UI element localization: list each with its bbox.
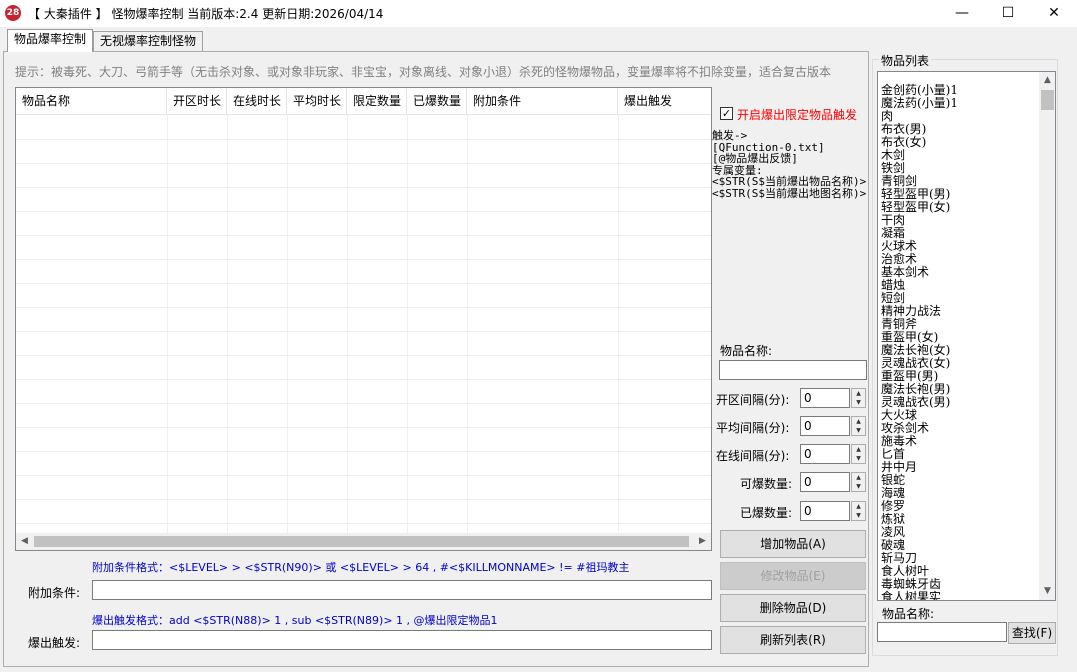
grid-line bbox=[16, 403, 711, 404]
grid-line bbox=[618, 115, 619, 533]
column-header-online-time[interactable]: 在线时长 bbox=[227, 88, 287, 115]
grid-line bbox=[407, 115, 408, 533]
minimize-button[interactable]: — bbox=[939, 0, 985, 27]
search-input[interactable] bbox=[877, 622, 1007, 642]
grid-line bbox=[16, 163, 711, 164]
condition-format-hint: 附加条件格式：<$LEVEL> > <$STR(N90)> 或 <$LEVEL>… bbox=[92, 561, 630, 574]
dropped-count-spinner[interactable]: ▲ ▼ bbox=[851, 501, 866, 521]
grid-line bbox=[16, 235, 711, 236]
grid-line bbox=[16, 259, 711, 260]
grid-line bbox=[287, 115, 288, 533]
avg-interval-spinner[interactable]: ▲ ▼ bbox=[851, 416, 866, 436]
find-button[interactable]: 查找(F) bbox=[1008, 622, 1056, 644]
title-bar: 28 【 大秦插件 】 怪物爆率控制 当前版本:2.4 更新日期:2026/04… bbox=[0, 0, 1077, 27]
trigger-info-text: 触发-> [QFunction-0.txt] [@物品爆出反馈] 专属变量: <… bbox=[712, 129, 867, 200]
grid-line bbox=[16, 475, 711, 476]
column-header-limit-count[interactable]: 限定数量 bbox=[347, 88, 407, 115]
open-interval-label: 开区间隔(分): bbox=[716, 393, 790, 407]
spin-down-icon[interactable]: ▼ bbox=[852, 454, 865, 463]
online-interval-spinner[interactable]: ▲ ▼ bbox=[851, 444, 866, 464]
maximize-button[interactable]: ☐ bbox=[985, 0, 1031, 27]
scrollbar-thumb[interactable] bbox=[34, 536, 689, 547]
spin-up-icon[interactable]: ▲ bbox=[852, 389, 865, 398]
trigger-format-hint: 爆出触发格式：add <$STR(N88)> 1 , sub <$STR(N89… bbox=[92, 614, 498, 627]
list-item[interactable]: 魔法药(小量)1 bbox=[881, 97, 1039, 110]
column-header-condition[interactable]: 附加条件 bbox=[467, 88, 618, 115]
drop-count-input[interactable]: 0 bbox=[800, 472, 850, 492]
delete-item-button[interactable]: 删除物品(D) bbox=[720, 594, 866, 622]
list-item[interactable]: 食人树果实 bbox=[881, 591, 1039, 601]
column-header-trigger[interactable]: 爆出触发 bbox=[618, 88, 711, 115]
spin-down-icon[interactable]: ▼ bbox=[852, 426, 865, 435]
grid-line bbox=[16, 139, 711, 140]
drop-rule-table[interactable]: 物品名称 开区时长 在线时长 平均时长 限定数量 已爆数量 附加条件 爆出触发 … bbox=[15, 87, 712, 551]
open-interval-input[interactable]: 0 bbox=[800, 388, 850, 408]
table-header: 物品名称 开区时长 在线时长 平均时长 限定数量 已爆数量 附加条件 爆出触发 bbox=[16, 88, 711, 115]
limit-trigger-label[interactable]: 开启爆出限定物品触发 bbox=[737, 106, 857, 123]
spin-down-icon[interactable]: ▼ bbox=[852, 511, 865, 520]
item-name-input[interactable] bbox=[719, 360, 867, 380]
item-list-items: 金创药(小量)1 魔法药(小量)1 肉布衣(男) 布衣(女) 木剑 铁剑 青铜剑 轻型盔甲(男… bbox=[881, 84, 1039, 601]
app-icon: 28 bbox=[5, 5, 21, 21]
item-name-label: 物品名称: bbox=[720, 344, 773, 358]
hint-text: 提示：被毒死、大刀、弓箭手等（无击杀对象、或对象非玩家、非宝宝，对象离线、对象小… bbox=[15, 65, 832, 79]
scroll-down-icon[interactable]: ▼ bbox=[1039, 583, 1055, 600]
trigger-label: 爆出触发: bbox=[28, 636, 81, 650]
grid-line bbox=[16, 523, 711, 524]
spin-up-icon[interactable]: ▲ bbox=[852, 473, 865, 482]
grid-line bbox=[16, 499, 711, 500]
grid-line bbox=[16, 379, 711, 380]
online-interval-input[interactable]: 0 bbox=[800, 444, 850, 464]
add-item-button[interactable]: 增加物品(A) bbox=[720, 530, 866, 558]
spin-down-icon[interactable]: ▼ bbox=[852, 482, 865, 491]
spin-up-icon[interactable]: ▲ bbox=[852, 502, 865, 511]
grid-line bbox=[16, 307, 711, 308]
avg-interval-label: 平均间隔(分): bbox=[716, 421, 790, 435]
vertical-scrollbar[interactable]: ▲ ▼ bbox=[1039, 72, 1055, 600]
search-label: 物品名称: bbox=[882, 607, 935, 621]
avg-interval-input[interactable]: 0 bbox=[800, 416, 850, 436]
scroll-right-icon[interactable]: ▶ bbox=[694, 533, 711, 550]
grid-line bbox=[16, 355, 711, 356]
horizontal-scrollbar[interactable]: ◀ ▶ bbox=[16, 533, 711, 550]
grid-line bbox=[16, 211, 711, 212]
grid-line bbox=[16, 331, 711, 332]
dropped-count-label: 已爆数量: bbox=[740, 506, 793, 520]
condition-input[interactable] bbox=[92, 580, 712, 600]
open-interval-spinner[interactable]: ▲ ▼ bbox=[851, 388, 866, 408]
tab-item-drop-control[interactable]: 物品爆率控制 bbox=[7, 29, 94, 52]
tab-ignore-monsters[interactable]: 无视爆率控制怪物 bbox=[93, 31, 204, 51]
drop-count-spinner[interactable]: ▲ ▼ bbox=[851, 472, 866, 492]
spin-up-icon[interactable]: ▲ bbox=[852, 417, 865, 426]
dropped-count-input[interactable]: 0 bbox=[800, 501, 850, 521]
grid-line bbox=[16, 283, 711, 284]
edit-item-button[interactable]: 修改物品(E) bbox=[720, 562, 866, 590]
grid-line bbox=[16, 427, 711, 428]
scroll-up-icon[interactable]: ▲ bbox=[1039, 72, 1055, 89]
item-listbox[interactable]: 金创药(小量)1 魔法药(小量)1 肉布衣(男) 布衣(女) 木剑 铁剑 青铜剑 轻型盔甲(男… bbox=[877, 71, 1056, 601]
grid-line bbox=[467, 115, 468, 533]
column-header-open-time[interactable]: 开区时长 bbox=[167, 88, 227, 115]
spin-up-icon[interactable]: ▲ bbox=[852, 445, 865, 454]
grid-line bbox=[16, 187, 711, 188]
grid-line bbox=[167, 115, 168, 533]
close-button[interactable]: ✕ bbox=[1031, 0, 1077, 27]
window-title: 【 大秦插件 】 怪物爆率控制 当前版本:2.4 更新日期:2026/04/14 bbox=[28, 7, 384, 21]
grid-line bbox=[227, 115, 228, 533]
online-interval-label: 在线间隔(分): bbox=[716, 449, 790, 463]
column-header-avg-time[interactable]: 平均时长 bbox=[287, 88, 347, 115]
condition-label: 附加条件: bbox=[28, 586, 81, 600]
scroll-left-icon[interactable]: ◀ bbox=[16, 533, 33, 550]
column-header-item-name[interactable]: 物品名称 bbox=[16, 88, 167, 115]
item-list-title: 物品列表 bbox=[879, 52, 932, 69]
scrollbar-thumb[interactable] bbox=[1041, 90, 1054, 110]
trigger-input[interactable] bbox=[92, 630, 712, 650]
drop-count-label: 可爆数量: bbox=[740, 477, 793, 491]
grid-line bbox=[16, 451, 711, 452]
limit-trigger-checkbox[interactable]: ✓ bbox=[720, 107, 733, 120]
spin-down-icon[interactable]: ▼ bbox=[852, 398, 865, 407]
grid-line bbox=[347, 115, 348, 533]
refresh-list-button[interactable]: 刷新列表(R) bbox=[720, 626, 866, 654]
column-header-dropped-count[interactable]: 已爆数量 bbox=[407, 88, 467, 115]
